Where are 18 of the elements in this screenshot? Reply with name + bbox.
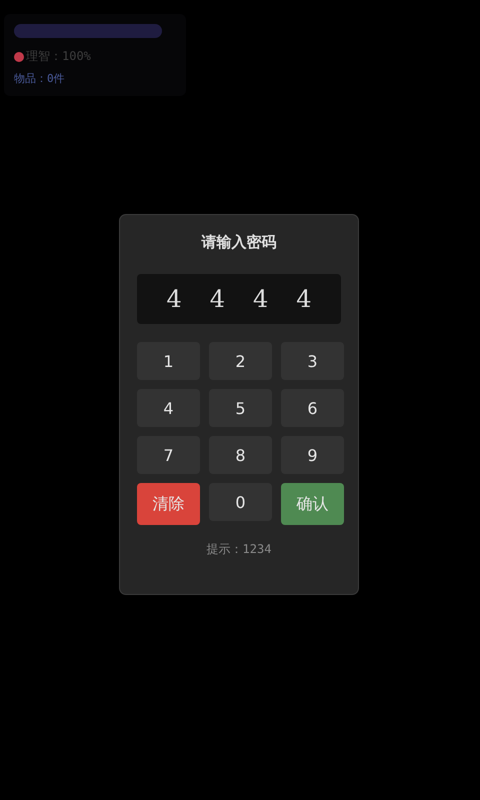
- digit-key[interactable]: 7: [137, 436, 200, 474]
- digit-key[interactable]: 1: [137, 342, 200, 380]
- pin-digit: 4: [296, 285, 312, 313]
- digit-key[interactable]: 8: [209, 436, 272, 474]
- digit-key[interactable]: 9: [281, 436, 344, 474]
- digit-key[interactable]: 2: [209, 342, 272, 380]
- digit-key[interactable]: 0: [209, 483, 272, 521]
- pin-digit: 4: [253, 285, 268, 313]
- sanity-label: 理智：100%: [26, 48, 91, 65]
- dialog-title: 请输入密码: [200, 232, 278, 252]
- pin-digit: 4: [210, 285, 225, 313]
- digit-key[interactable]: 3: [281, 342, 344, 380]
- digit-key[interactable]: 5: [209, 389, 272, 427]
- hint-text: 提示：1234: [206, 541, 272, 558]
- digit-key[interactable]: 4: [137, 389, 200, 427]
- pin-digit: 4: [166, 285, 182, 313]
- items-label: 物品：0件: [14, 71, 66, 86]
- digit-key[interactable]: 6: [281, 389, 344, 427]
